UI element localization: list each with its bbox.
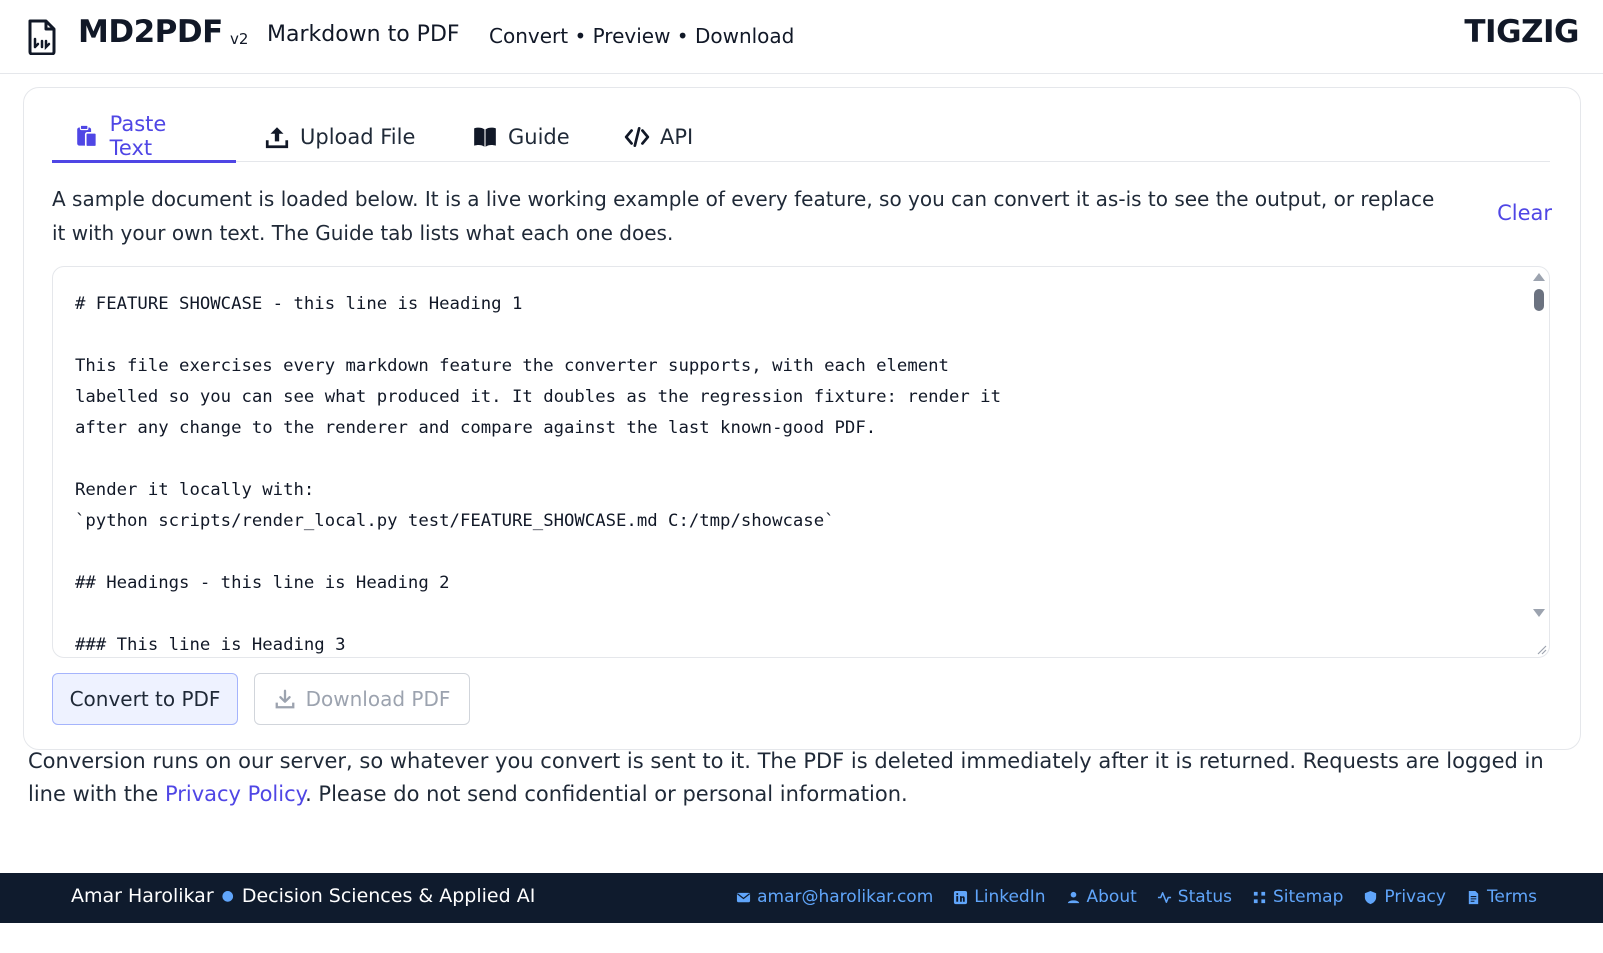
code-icon (624, 126, 650, 148)
tab-label: API (660, 125, 694, 149)
app-title: MD2PDF (78, 14, 223, 50)
version-badge: v2 (230, 30, 249, 48)
upload-icon (265, 127, 289, 149)
button-label: Download PDF (305, 687, 451, 711)
shield-icon (1365, 890, 1377, 904)
button-label: Convert to PDF (69, 687, 221, 711)
footer-link-label: About (1086, 887, 1137, 907)
author-name: Amar Harolikar (71, 885, 214, 907)
author-role: Decision Sciences & Applied AI (241, 885, 536, 907)
footer-links: amar@harolikar.com LinkedIn About Status… (736, 887, 1537, 907)
editor-content[interactable]: # FEATURE SHOWCASE - this line is Headin… (75, 289, 1495, 657)
scrollbar-thumb[interactable] (1534, 289, 1544, 311)
footer-link-label: Privacy (1384, 887, 1446, 907)
separator-dot: ● (221, 888, 234, 904)
scroll-up-arrow-icon[interactable] (1533, 273, 1545, 281)
tab-guide[interactable]: Guide (450, 112, 592, 162)
footer-link-label: Sitemap (1272, 887, 1344, 907)
markdown-textarea[interactable]: # FEATURE SHOWCASE - this line is Headin… (52, 266, 1550, 658)
user-icon (1067, 891, 1079, 903)
footer-link-terms[interactable]: Terms (1466, 887, 1537, 907)
download-icon (275, 689, 295, 709)
tab-paste-text[interactable]: Paste Text (52, 112, 236, 163)
notice-text-end: . Please do not send confidential or per… (305, 782, 908, 806)
clipboard-icon (77, 124, 98, 148)
tab-api[interactable]: API (602, 112, 715, 162)
pdf-file-icon (28, 19, 56, 55)
footer-author: Amar Harolikar ● Decision Sciences & App… (71, 885, 535, 907)
tab-bar: Paste Text Upload File Guide API (52, 112, 1550, 163)
footer-link-label: Terms (1486, 887, 1537, 907)
scrollbar[interactable] (1529, 267, 1549, 657)
footer-link-sitemap[interactable]: Sitemap (1252, 887, 1343, 907)
scroll-down-arrow-icon[interactable] (1533, 609, 1545, 617)
app-subtitle: Markdown to PDF (267, 22, 460, 47)
privacy-policy-link[interactable]: Privacy Policy (165, 782, 305, 806)
privacy-notice: Conversion runs on our server, so whatev… (28, 745, 1568, 811)
footer-link-privacy[interactable]: Privacy (1363, 887, 1446, 907)
tab-upload-file[interactable]: Upload File (242, 112, 437, 162)
book-icon (474, 127, 496, 147)
footer-link-linkedin[interactable]: LinkedIn (953, 887, 1046, 907)
resize-handle-icon[interactable] (1533, 641, 1547, 655)
converter-card: Paste Text Upload File Guide API A sampl… (23, 87, 1581, 750)
clear-button[interactable]: Clear (1497, 201, 1552, 225)
footer-link-label: Status (1177, 887, 1232, 907)
document-icon (1468, 890, 1479, 904)
app-header: MD2PDF v2 Markdown to PDF Convert • Prev… (0, 0, 1603, 74)
mail-icon (737, 892, 751, 902)
activity-icon (1157, 891, 1171, 903)
tab-label: Upload File (300, 125, 416, 149)
tab-label: Guide (508, 125, 570, 149)
download-pdf-button[interactable]: Download PDF (254, 673, 470, 725)
footer-link-email[interactable]: amar@harolikar.com (736, 887, 933, 907)
footer-link-status[interactable]: Status (1157, 887, 1232, 907)
footer: Amar Harolikar ● Decision Sciences & App… (0, 873, 1603, 923)
footer-link-label: LinkedIn (974, 887, 1046, 907)
grid-icon (1253, 891, 1266, 903)
linkedin-icon (954, 890, 968, 904)
tab-label: Paste Text (109, 112, 167, 160)
footer-link-label: amar@harolikar.com (757, 887, 934, 907)
footer-link-about[interactable]: About (1066, 887, 1137, 907)
app-tagline: Convert • Preview • Download (489, 24, 795, 48)
org-logo[interactable]: TIGZIG (1464, 14, 1579, 50)
convert-to-pdf-button[interactable]: Convert to PDF (52, 673, 238, 725)
intro-text: A sample document is loaded below. It is… (52, 187, 1435, 245)
